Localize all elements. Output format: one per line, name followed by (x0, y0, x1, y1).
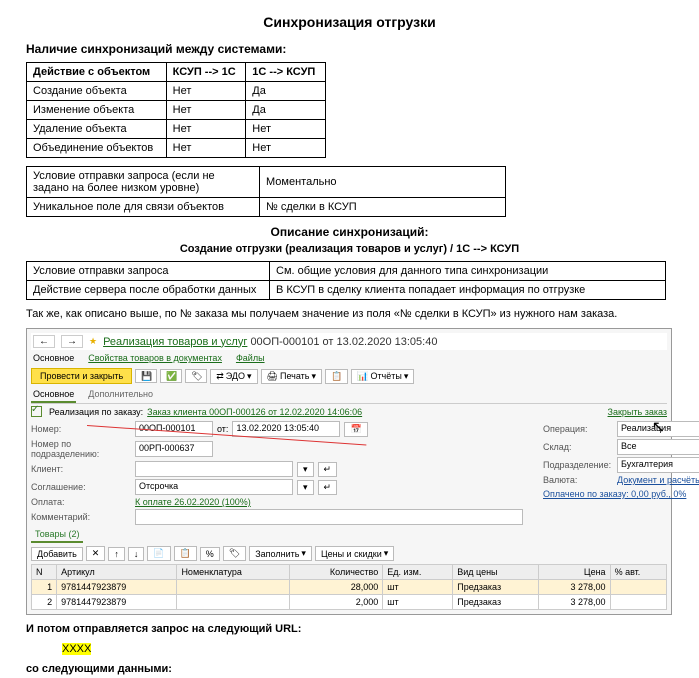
payment-link[interactable]: К оплате 26.02.2020 (100%) (135, 497, 251, 507)
table-sync-desc: Условие отправки запросаСм. общие услови… (26, 261, 666, 300)
th: 1С --> КСУП (246, 63, 326, 82)
para-data: со следующими данными: (26, 663, 673, 675)
reports-button[interactable]: 📊 Отчёты ▾ (351, 369, 414, 384)
app-screenshot: ↖ ← → ★ Реализация товаров и услуг 00ОП-… (26, 328, 672, 615)
provesti-button[interactable]: Провести и закрыть (31, 368, 132, 384)
operation-label: Операция: (543, 424, 613, 434)
section-description: Описание синхронизаций: (26, 225, 673, 239)
cursor-icon: ↖ (652, 417, 665, 437)
client-select-icon[interactable]: ▾ (297, 462, 314, 477)
table-actions: Действие с объектомКСУП --> 1С1С --> КСУ… (26, 62, 326, 158)
table-row[interactable]: 1978144792387928,000штПредзаказ3 278,00 (32, 580, 667, 595)
realization-checkbox[interactable] (31, 406, 42, 417)
check-icon: ✅ (166, 371, 176, 381)
date-field[interactable]: 13.02.2020 13:05:40 (232, 421, 340, 437)
subdiv-label: Номер по подразделению: (31, 439, 131, 459)
move-down-icon[interactable]: ↓ (128, 547, 145, 561)
department-select[interactable]: Бухгалтерия (617, 457, 699, 473)
th: КСУП --> 1С (166, 63, 246, 82)
client-label: Клиент: (31, 464, 131, 474)
save-icon-button[interactable]: 💾 (135, 369, 157, 383)
close-order-link[interactable]: Закрыть заказ (608, 407, 667, 417)
add-row-button[interactable]: Добавить (31, 547, 83, 561)
back-button[interactable]: ← (33, 335, 55, 348)
calendar-icon[interactable]: 📅 (344, 422, 367, 437)
warehouse-label: Склад: (543, 442, 613, 452)
sync-subtitle: Создание отгрузки (реализация товаров и … (26, 243, 673, 255)
agreement-label: Соглашение: (31, 482, 131, 492)
warehouse-select[interactable]: Все (617, 439, 699, 455)
star-icon[interactable]: ★ (89, 336, 97, 347)
fill-button[interactable]: Заполнить ▾ (249, 546, 312, 561)
tab-main[interactable]: Основное (31, 387, 76, 403)
tab-extra[interactable]: Дополнительно (86, 387, 155, 403)
doc-number: 00ОП-000101 от 13.02.2020 13:05:40 (250, 336, 437, 348)
agreement-select-icon[interactable]: ▾ (297, 480, 314, 495)
floppy-icon: 💾 (141, 371, 151, 381)
tree-icon: 🏷 (191, 371, 201, 381)
prices-button[interactable]: Цены и скидки ▾ (315, 546, 394, 561)
sublink-props[interactable]: Свойства товаров в документах (88, 353, 222, 363)
extra-icon-button[interactable]: 📋 (325, 369, 348, 384)
payment-label: Оплата: (31, 497, 131, 507)
post-icon-button[interactable]: ✅ (160, 369, 182, 383)
url-placeholder: XXXX (62, 643, 91, 655)
currency-link[interactable]: Документ и расчёты: 33 000.00 руб. (617, 475, 699, 485)
currency-label: Валюта: (543, 475, 613, 485)
delete-row-icon[interactable]: ✕ (86, 546, 106, 561)
table-conditions: Условие отправки запроса (если не задано… (26, 166, 506, 217)
paid-link[interactable]: Оплачено по заказу: 0,00 руб., 0% (543, 489, 686, 499)
print-button[interactable]: 🖨 Печать ▾ (261, 369, 322, 384)
percent-icon[interactable]: % (200, 547, 220, 561)
agreement-field[interactable]: Отсрочка (135, 479, 293, 495)
section-presence: Наличие синхронизаций между системами: (26, 42, 673, 56)
tag-icon[interactable]: 🏷 (223, 546, 246, 561)
comment-label: Комментарий: (31, 512, 131, 522)
goods-tab[interactable]: Товары (2) (31, 527, 83, 543)
structure-icon-button[interactable]: 🏷 (185, 369, 207, 383)
table-row[interactable]: 297814479238792,000штПредзаказ3 278,00 (32, 595, 667, 610)
subdiv-field[interactable]: 00РП-000637 (135, 441, 213, 457)
sublink-files[interactable]: Файлы (236, 353, 265, 363)
para-url: И потом отправляется запрос на следующий… (26, 623, 673, 635)
doc-title[interactable]: Реализация товаров и услуг (103, 336, 247, 348)
th: Действие с объектом (27, 63, 167, 82)
paste-icon[interactable]: 📋 (174, 546, 197, 561)
page-title: Синхронизация отгрузки (26, 14, 673, 30)
edo-button[interactable]: ⇄ ЭДО ▾ (210, 369, 257, 384)
client-field[interactable] (135, 461, 293, 477)
department-label: Подразделение: (543, 460, 613, 470)
goods-grid: NАртикулНоменклатураКоличествоЕд. изм.Ви… (31, 564, 667, 610)
realization-link[interactable]: Заказ клиента 00ОП-000126 от 12.02.2020 … (147, 407, 362, 417)
sublink-main[interactable]: Основное (33, 353, 74, 363)
comment-field[interactable] (135, 509, 523, 525)
forward-button[interactable]: → (61, 335, 83, 348)
agreement-open-icon[interactable]: ↵ (318, 480, 338, 495)
client-open-icon[interactable]: ↵ (318, 462, 338, 477)
realization-label: Реализация по заказу: (49, 407, 143, 417)
copy-icon[interactable]: 📄 (147, 546, 170, 561)
para-before-app: Так же, как описано выше, по № заказа мы… (26, 308, 673, 320)
move-up-icon[interactable]: ↑ (108, 547, 125, 561)
